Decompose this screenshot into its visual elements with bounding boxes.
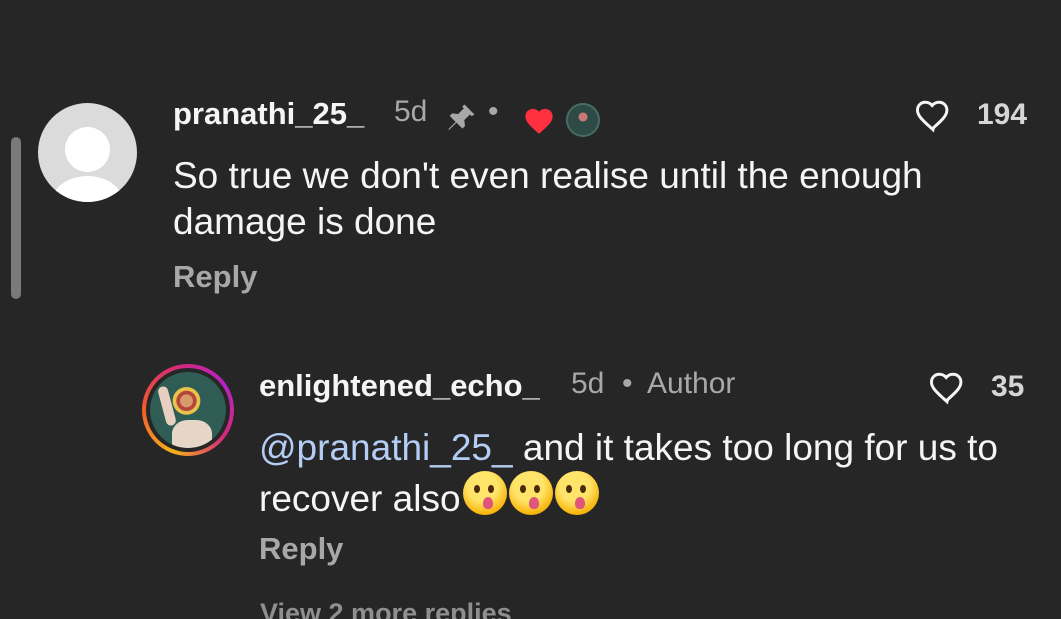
- view-more-replies[interactable]: View 2 more replies: [260, 598, 512, 619]
- story-avatar[interactable]: [142, 364, 234, 456]
- reply-text: @pranathi_25_ and it takes too long for …: [259, 425, 1039, 522]
- like-heart-icon[interactable]: [913, 97, 953, 133]
- reply-username[interactable]: enlightened_echo_: [259, 368, 540, 404]
- avatar-image: [150, 372, 226, 448]
- like-heart-icon[interactable]: [927, 369, 967, 405]
- scrollbar[interactable]: [11, 137, 21, 299]
- pin-icon: [448, 104, 475, 131]
- avatar-body-shape: [50, 176, 125, 202]
- author-mini-avatar: [566, 103, 600, 137]
- comment-username[interactable]: pranathi_25_: [173, 96, 364, 132]
- reply-button[interactable]: Reply: [259, 531, 343, 567]
- meta-separator: •: [488, 95, 499, 128]
- avatar-arm-shape: [156, 385, 178, 427]
- avatar-head-shape: [65, 127, 110, 172]
- author-badge: Author: [647, 367, 736, 400]
- avatar-torso-shape: [172, 420, 212, 448]
- melting-face-emoji: [554, 471, 599, 515]
- like-count: 35: [991, 370, 1025, 403]
- melting-face-emoji: [508, 471, 553, 515]
- reply-timestamp: 5d: [571, 367, 605, 400]
- avatar[interactable]: [38, 103, 137, 202]
- liked-by-author-heart-icon: [525, 108, 553, 134]
- meta-separator: •: [622, 367, 633, 400]
- melting-face-emoji: [462, 471, 507, 515]
- like-count: 194: [977, 98, 1028, 131]
- comment-text: So true we don't even realise until the …: [173, 155, 923, 242]
- reply-button[interactable]: Reply: [173, 259, 257, 295]
- mention-link[interactable]: @pranathi_25_: [259, 427, 513, 468]
- comment-timestamp: 5d: [394, 95, 428, 128]
